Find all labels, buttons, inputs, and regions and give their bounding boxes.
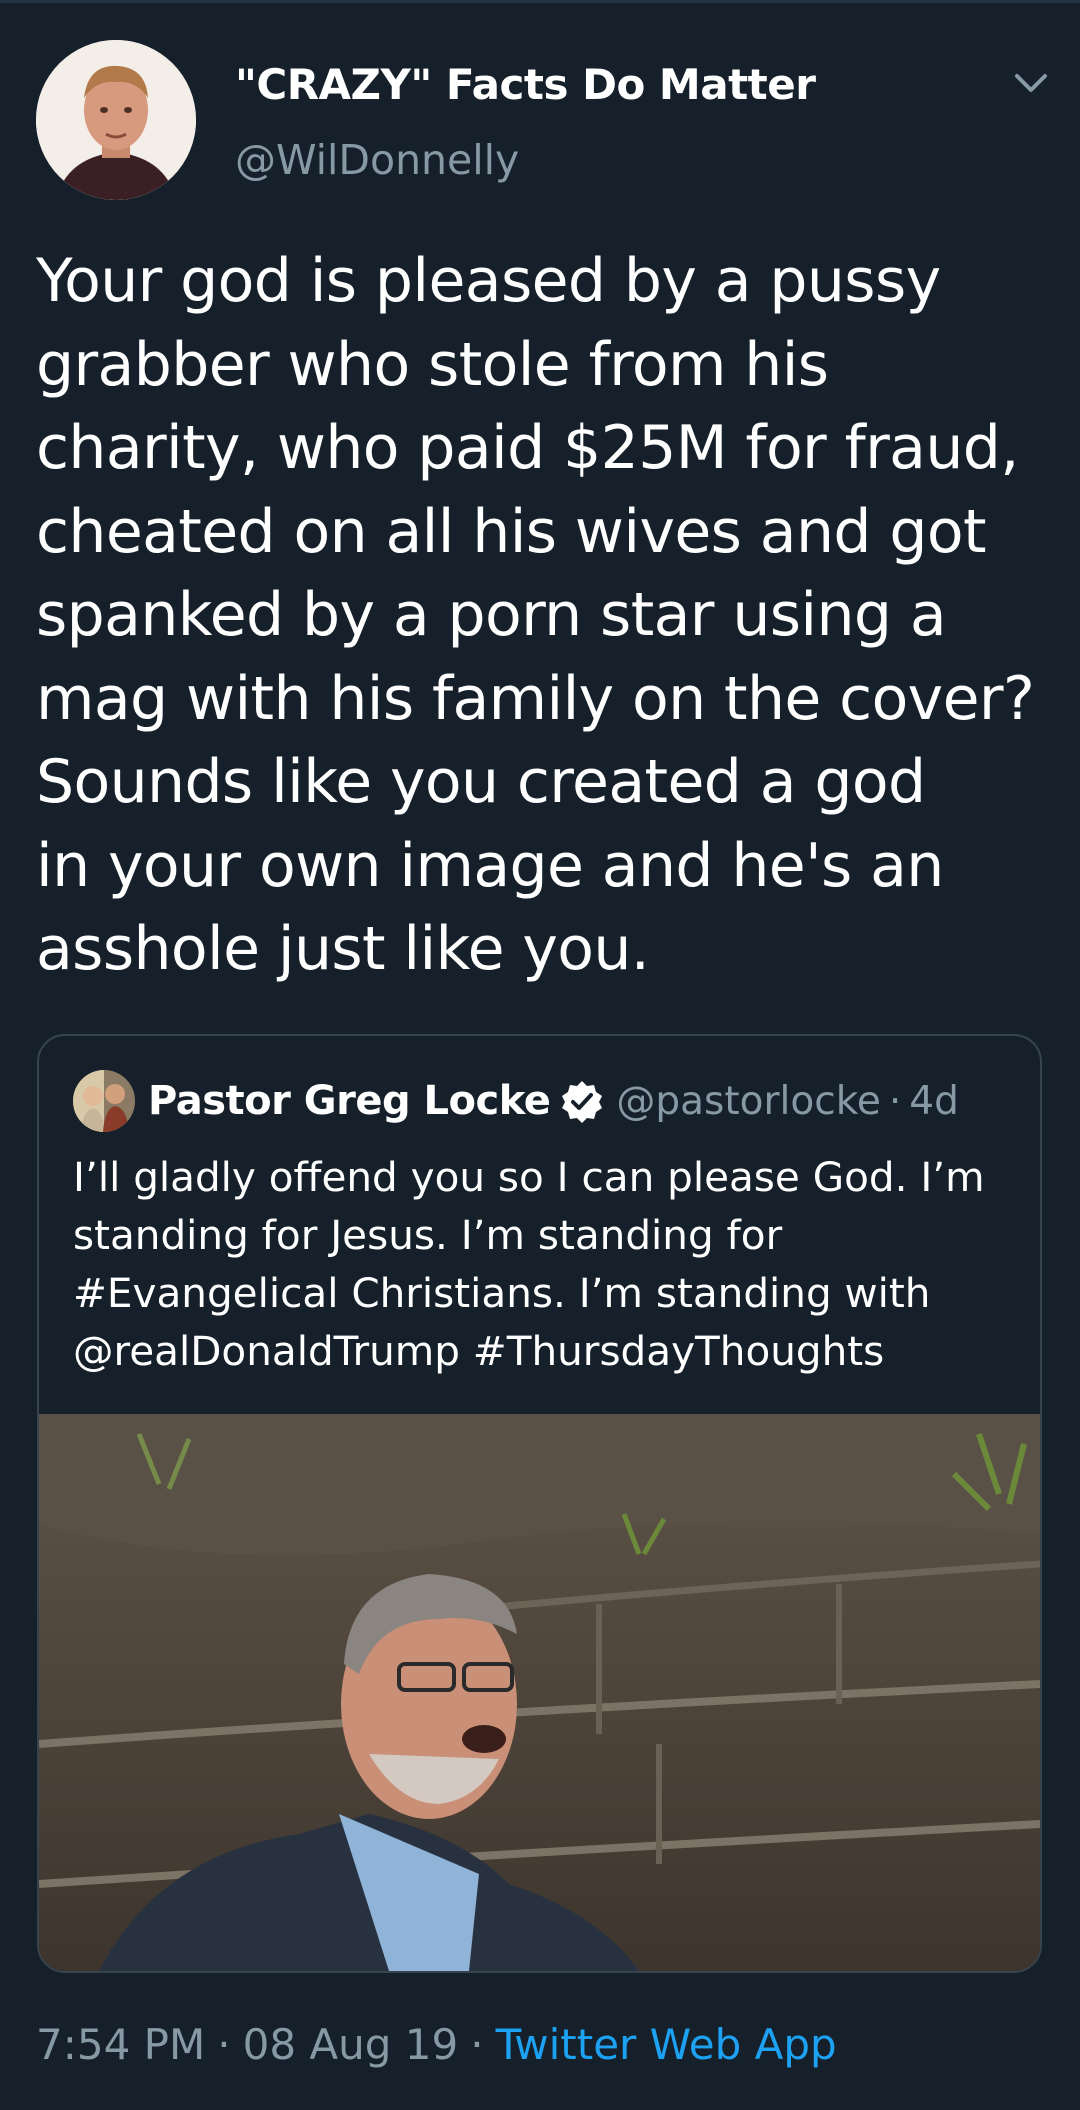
chevron-down-icon[interactable] [1011,68,1051,98]
header-separator: · [888,1078,902,1124]
verified-badge-icon [562,1081,603,1123]
tweet-time[interactable]: 7:54 PM [36,2020,205,2069]
author-avatar-image [36,40,196,200]
footer-separator: · [470,2019,484,2069]
video-thumbnail-image [39,1414,1040,1971]
quoted-avatar-image [73,1070,135,1132]
quoted-tweet-video[interactable] [39,1414,1040,1971]
top-divider [0,0,1080,3]
quoted-tweet-header: Pastor Greg Locke @pastorlocke · 4d [148,1074,959,1128]
quoted-tweet-card[interactable]: Pastor Greg Locke @pastorlocke · 4d I’ll… [37,1034,1042,1973]
quoted-author-avatar[interactable] [73,1070,135,1132]
tweet-date[interactable]: 08 Aug 19 [243,2020,459,2069]
footer-separator: · [217,2019,231,2069]
quoted-author-name[interactable]: Pastor Greg Locke [148,1078,551,1124]
tweet-source-link[interactable]: Twitter Web App [496,2020,837,2069]
quoted-tweet-text: I’ll gladly offend you so I can please G… [73,1153,985,1375]
author-avatar[interactable] [36,40,196,200]
tweet-text: Your god is pleased by a pussy grabber w… [36,246,1035,984]
author-display-name[interactable]: "CRAZY" Facts Do Matter [235,60,816,109]
author-handle[interactable]: @WilDonnelly [235,136,519,184]
quoted-tweet-age[interactable]: 4d [909,1079,959,1124]
tweet-footer: 7:54 PM · 08 Aug 19 · Twitter Web App [36,2016,837,2072]
quoted-author-handle[interactable]: @pastorlocke [616,1079,881,1124]
